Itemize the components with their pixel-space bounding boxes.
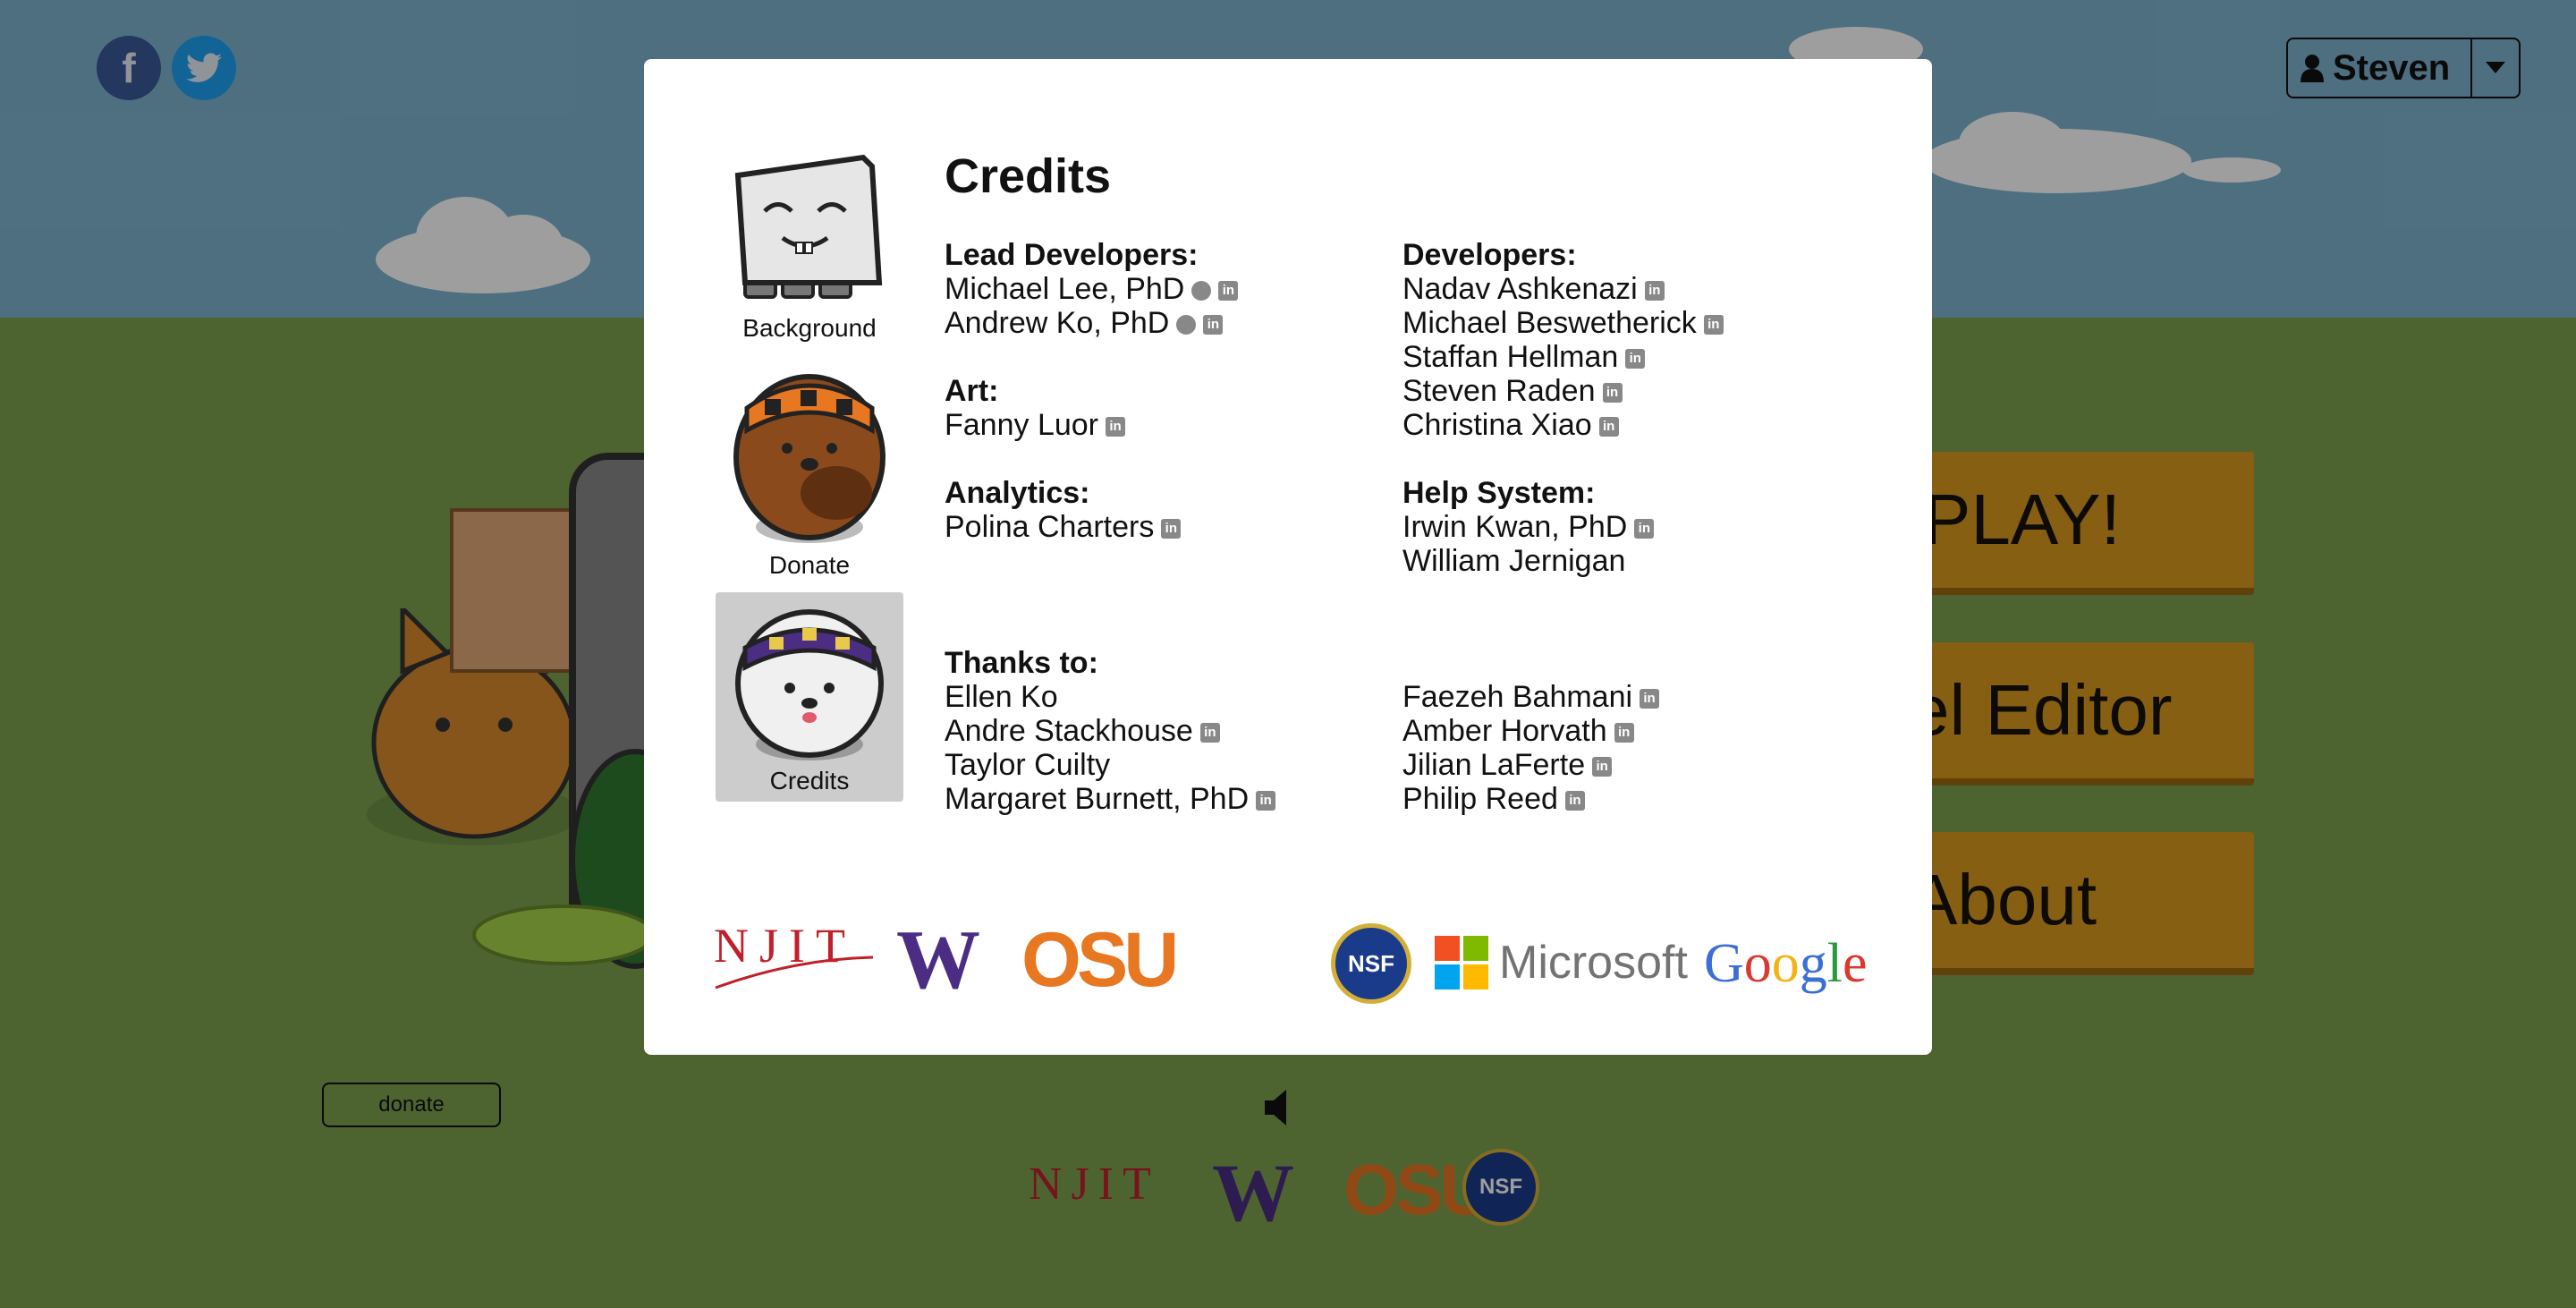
linkedin-icon[interactable]: in: [1203, 315, 1224, 335]
credit-row: Taylor Cuilty: [945, 748, 1275, 782]
credit-row: William Jernigan: [1402, 544, 1654, 578]
credit-row: Ellen Ko: [945, 680, 1275, 714]
husky-character-icon: [735, 609, 884, 760]
credit-name: Polina Charters: [945, 510, 1155, 544]
microsoft-icon: [1435, 936, 1488, 989]
credit-name: Andrew Ko, PhD: [945, 306, 1170, 340]
linkedin-icon[interactable]: in: [1634, 519, 1655, 539]
section-heading: Thanks to:: [945, 646, 1098, 680]
credit-name: Michael Beswetherick: [1402, 306, 1697, 340]
njit-swoosh: [715, 956, 874, 989]
linkedin-icon[interactable]: in: [1218, 281, 1239, 302]
analytics-section: Analytics: Polina Charters in: [945, 476, 1182, 544]
credit-row: Michael Beswetherick in: [1402, 306, 1724, 340]
credit-name: Margaret Burnett, PhD: [945, 782, 1250, 816]
credit-name: Philip Reed: [1402, 782, 1558, 816]
credit-row: Faezeh Bahmani in: [1402, 680, 1660, 714]
lead-developers-section: Lead Developers: Michael Lee, PhD in Andr…: [945, 238, 1239, 340]
sidebar-item-credits[interactable]: Credits: [716, 592, 903, 802]
section-heading: Art:: [945, 374, 999, 408]
credit-name: Jilian LaFerte: [1402, 748, 1586, 782]
section-heading: Analytics:: [945, 476, 1090, 510]
help-system-section: Help System: Irwin Kwan, PhD in William J…: [1402, 476, 1655, 578]
website-icon[interactable]: [1176, 315, 1197, 335]
linkedin-icon[interactable]: in: [1598, 417, 1619, 437]
linkedin-icon[interactable]: in: [1644, 281, 1665, 302]
credit-name: Ellen Ko: [945, 680, 1058, 714]
credit-row: Christina Xiao in: [1402, 408, 1724, 442]
google-letter: o: [1771, 933, 1800, 994]
section-heading: Lead Developers:: [945, 238, 1199, 272]
google-letter: G: [1704, 933, 1744, 994]
section-heading: Help System:: [1402, 476, 1596, 510]
nsf-logo-text: NSF: [1348, 949, 1394, 977]
uw-logo[interactable]: W: [896, 918, 980, 1002]
credit-row: Polina Charters in: [945, 510, 1182, 544]
linkedin-icon[interactable]: in: [1614, 723, 1634, 743]
credit-name: Christina Xiao: [1402, 408, 1592, 442]
google-letter: l: [1826, 933, 1843, 994]
paper-character-icon: [734, 154, 883, 299]
credit-name: Andre Stackhouse: [945, 714, 1193, 748]
credit-name: Irwin Kwan, PhD: [1402, 510, 1628, 544]
linkedin-icon[interactable]: in: [1256, 791, 1276, 811]
thanks-section-right: Faezeh Bahmani in Amber Horvath in Jilian …: [1402, 680, 1660, 816]
credit-name: Nadav Ashkenazi: [1402, 272, 1638, 306]
linkedin-icon[interactable]: in: [1106, 417, 1125, 437]
developers-section: Developers: Nadav Ashkenazi in Michael Be…: [1402, 238, 1724, 442]
njit-logo[interactable]: NJIT: [714, 918, 875, 989]
beaver-character-icon: [733, 374, 886, 543]
credit-row: Philip Reed in: [1402, 782, 1659, 816]
osu-logo[interactable]: OSU: [1021, 922, 1179, 998]
microsoft-logo-text: Microsoft: [1499, 937, 1688, 989]
google-letter: o: [1743, 933, 1772, 994]
sidebar-item-label: Donate: [768, 551, 851, 579]
linkedin-icon[interactable]: in: [1564, 791, 1585, 811]
sidebar-item-donate[interactable]: Donate: [716, 368, 903, 582]
linkedin-icon[interactable]: in: [1703, 315, 1724, 335]
credit-row: Andre Stackhouse in: [945, 714, 1275, 748]
linkedin-icon[interactable]: in: [1640, 689, 1660, 709]
credit-row: Staffan Hellman in: [1402, 340, 1724, 374]
credits-dialog: Background Donate Credits Credits Lead D: [644, 59, 1932, 1055]
thanks-section-left: Thanks to: Ellen Ko Andre Stackhouse in T…: [945, 646, 1276, 816]
credit-name: Faezeh Bahmani: [1402, 680, 1633, 714]
credit-name: Staffan Hellman: [1402, 340, 1619, 374]
google-logo[interactable]: Google: [1704, 932, 1868, 996]
credit-name: William Jernigan: [1402, 544, 1626, 578]
credit-row: Andrew Ko, PhD in: [945, 306, 1238, 340]
credit-row: Steven Raden in: [1402, 374, 1724, 408]
credit-row: Michael Lee, PhD in: [945, 272, 1239, 306]
credit-name: Amber Horvath: [1402, 714, 1607, 748]
credit-name: Michael Lee, PhD: [945, 272, 1185, 306]
credit-row: Nadav Ashkenazi in: [1402, 272, 1724, 306]
website-icon[interactable]: [1191, 281, 1212, 302]
sidebar-item-label: Credits: [769, 767, 850, 794]
google-letter: g: [1799, 933, 1827, 994]
linkedin-icon[interactable]: in: [1592, 757, 1613, 777]
credit-row: Irwin Kwan, PhD in: [1402, 510, 1655, 544]
linkedin-icon[interactable]: in: [1161, 519, 1182, 539]
credit-row: Fanny Luor in: [945, 408, 1125, 442]
credit-row: Jilian LaFerte in: [1402, 748, 1659, 782]
art-section: Art: Fanny Luor in: [945, 374, 1125, 442]
section-heading: Developers:: [1402, 238, 1577, 272]
page-title: Credits: [945, 149, 1112, 203]
sidebar-item-label: Background: [742, 314, 877, 342]
google-letter: e: [1843, 933, 1868, 994]
nsf-logo[interactable]: NSF: [1331, 923, 1411, 1004]
credit-name: Taylor Cuilty: [945, 748, 1111, 782]
linkedin-icon[interactable]: in: [1199, 723, 1220, 743]
credit-name: Fanny Luor: [945, 408, 1098, 442]
credit-row: Margaret Burnett, PhD in: [945, 782, 1276, 816]
linkedin-icon[interactable]: in: [1625, 349, 1646, 369]
linkedin-icon[interactable]: in: [1602, 383, 1623, 403]
credit-name: Steven Raden: [1402, 374, 1596, 408]
credit-row: Amber Horvath in: [1402, 714, 1659, 748]
microsoft-logo[interactable]: Microsoft: [1435, 936, 1688, 989]
